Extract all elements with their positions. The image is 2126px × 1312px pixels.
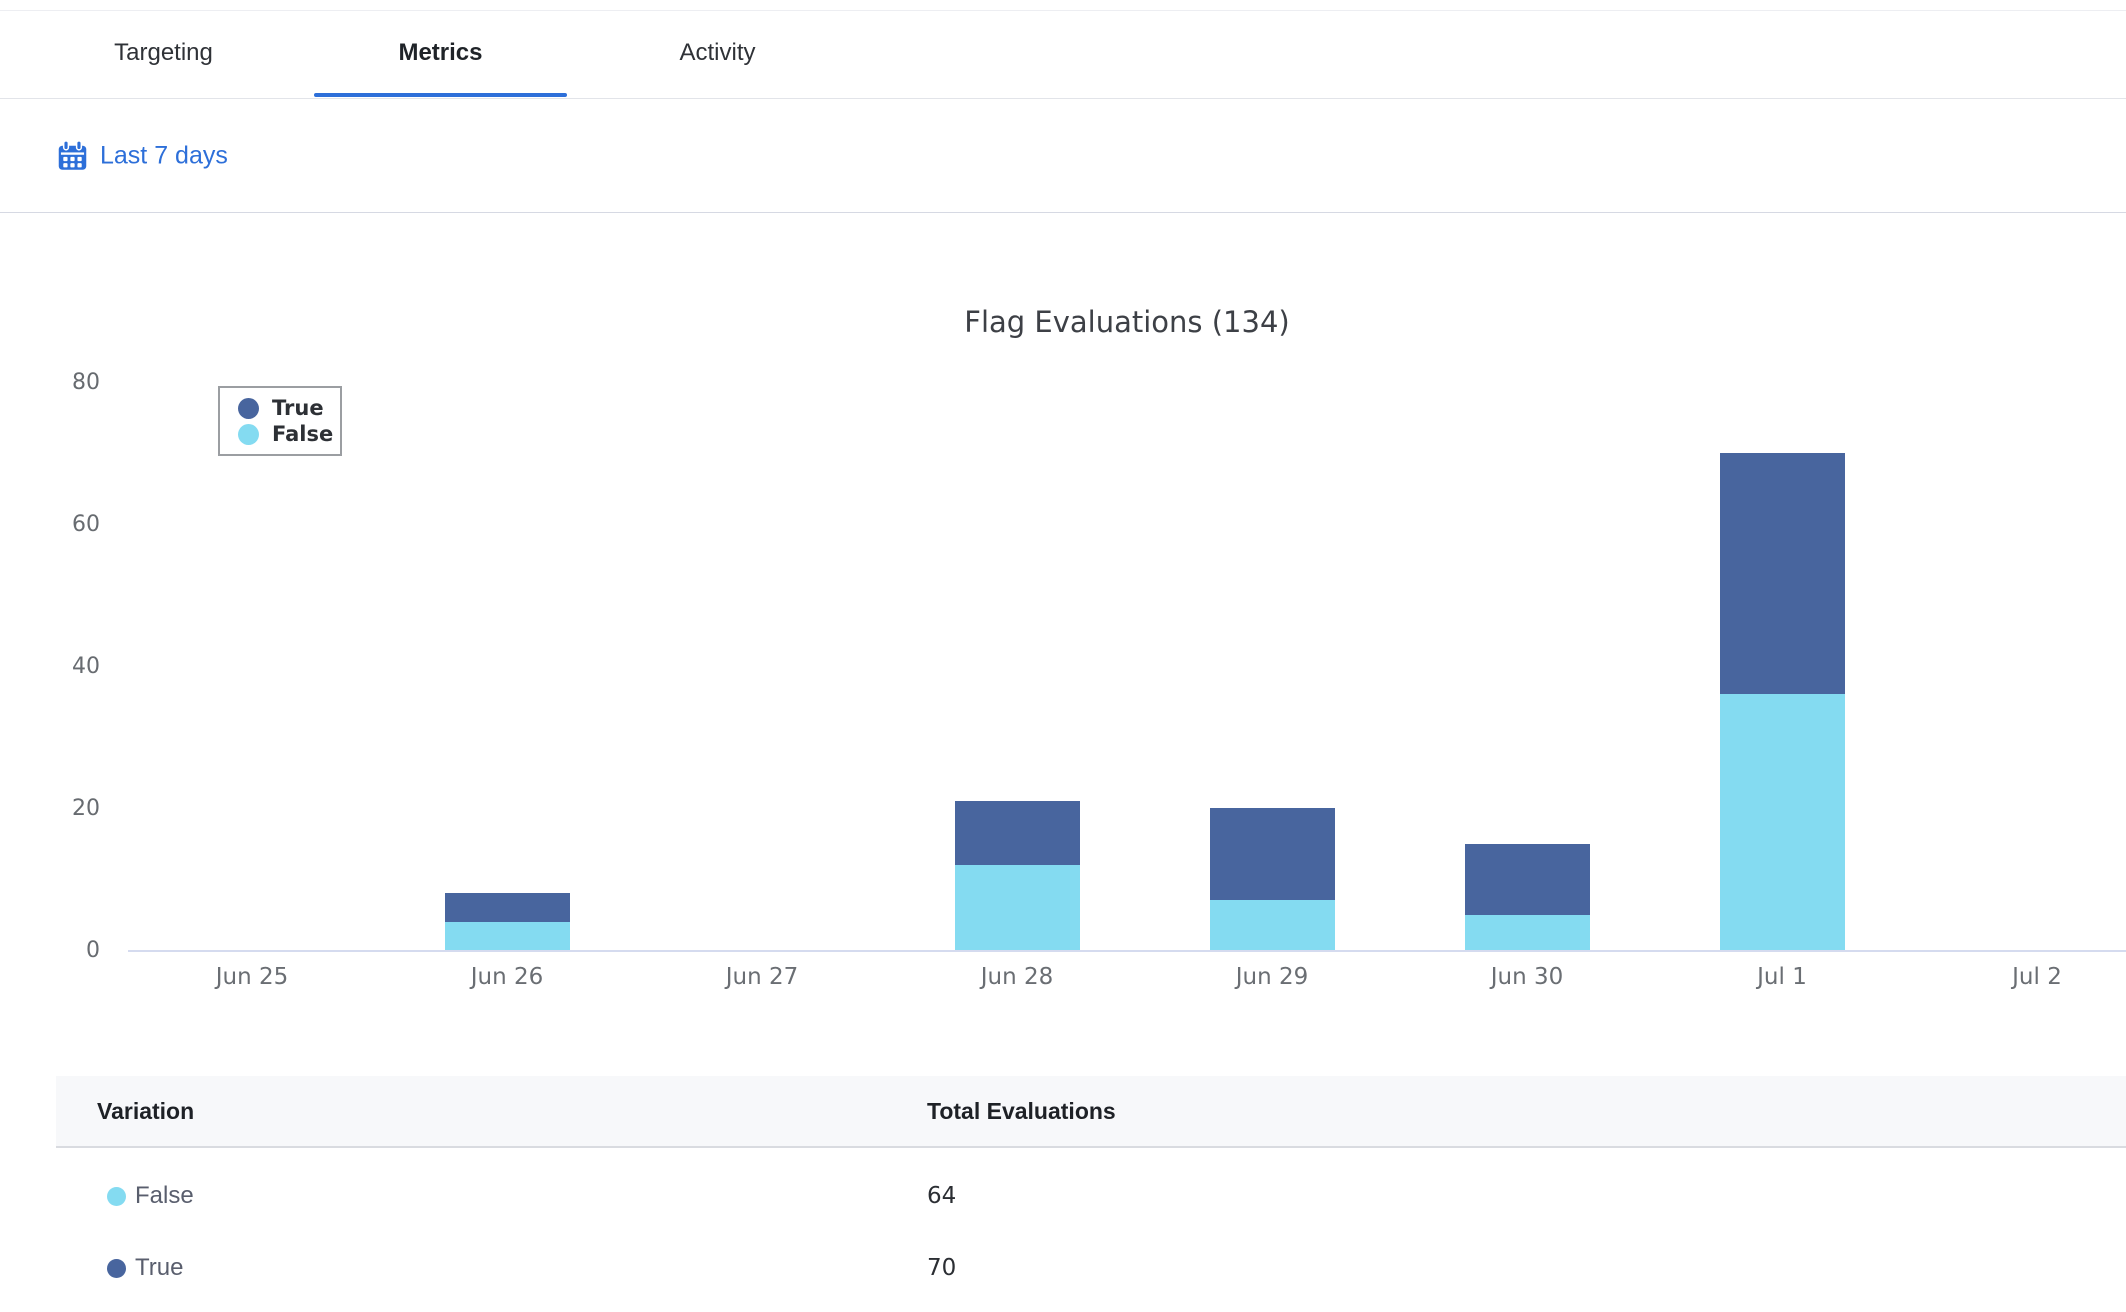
legend-item-true: True [238,398,340,419]
y-axis-tick-label: 40 [30,655,100,679]
legend-label-true: True [272,398,324,419]
flag-metrics-page: Targeting Metrics Activity La [0,0,2126,1312]
total-evaluations-value: 64 [927,1160,956,1232]
column-header-variation: Variation [97,1076,194,1146]
table-header: Variation Total Evaluations [56,1076,2126,1148]
y-axis-tick-label: 20 [30,797,100,821]
bar-segment-false[interactable] [1720,694,1845,950]
y-axis-tick-label: 0 [30,939,100,963]
table-row: False 64 [56,1160,2126,1232]
x-axis-tick-label: Jun 30 [1457,964,1597,990]
bar-segment-true[interactable] [1720,453,1845,694]
bar-segment-true[interactable] [1465,844,1590,915]
bar-segment-true[interactable] [445,893,570,921]
x-axis-tick-label: Jun 25 [182,964,322,990]
x-axis-tick-label: Jun 29 [1202,964,1342,990]
legend-item-false: False [238,424,340,445]
chart-title: Flag Evaluations (134) [128,305,2126,339]
variation-label: False [135,1182,194,1210]
variation-dot-true [107,1259,126,1278]
column-header-total-evaluations: Total Evaluations [927,1076,1116,1146]
legend-swatch-false [238,424,259,445]
tab-metrics[interactable]: Metrics [314,11,567,99]
x-axis-tick-label: Jul 2 [1967,964,2107,990]
x-axis-tick-label: Jul 1 [1712,964,1852,990]
bar-segment-true[interactable] [955,801,1080,865]
calendar-icon [56,139,89,172]
legend-swatch-true [238,398,259,419]
total-evaluations-value: 70 [927,1232,956,1304]
bar-segment-true[interactable] [1210,808,1335,900]
date-range-label: Last 7 days [100,141,228,170]
bar-segment-false[interactable] [445,922,570,950]
tab-bar: Targeting Metrics Activity [0,11,2126,99]
date-range-button[interactable]: Last 7 days [56,139,228,172]
y-axis-tick-label: 80 [30,371,100,395]
bar-segment-false[interactable] [1465,915,1590,951]
table-row: True 70 [56,1232,2126,1304]
variation-dot-false [107,1187,126,1206]
x-axis-tick-label: Jun 26 [437,964,577,990]
tab-activity[interactable]: Activity [591,11,844,99]
bar-segment-false[interactable] [1210,900,1335,950]
x-axis-tick-label: Jun 28 [947,964,1087,990]
variation-label: True [135,1254,183,1282]
x-axis-line [128,950,2126,952]
chart-legend: True False [218,386,342,456]
y-axis-tick-label: 60 [30,513,100,537]
legend-label-false: False [272,424,333,445]
tab-targeting[interactable]: Targeting [37,11,290,99]
date-filter-row: Last 7 days [0,99,2126,213]
x-axis-tick-label: Jun 27 [692,964,832,990]
bar-segment-false[interactable] [955,865,1080,950]
